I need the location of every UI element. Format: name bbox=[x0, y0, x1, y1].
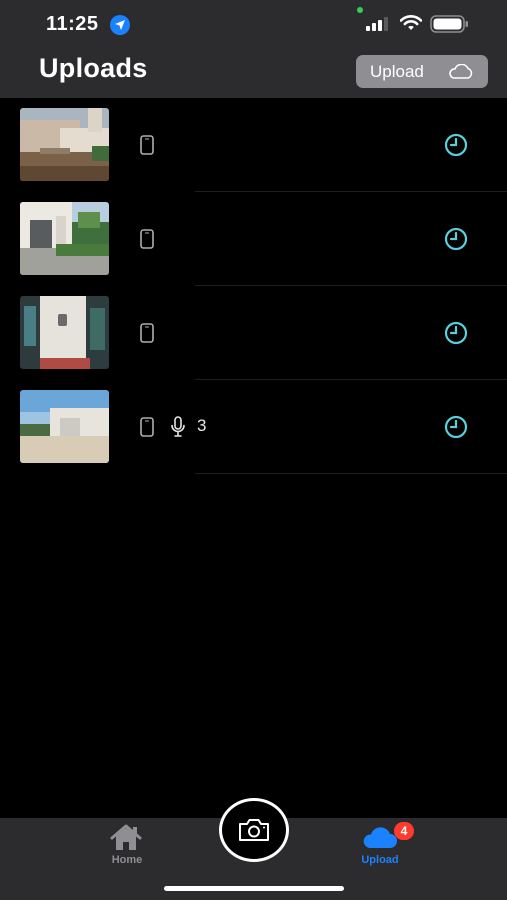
tab-upload[interactable]: 4 Upload bbox=[330, 818, 430, 878]
phone-icon bbox=[140, 323, 154, 343]
cloud-icon bbox=[363, 827, 397, 848]
upload-thumbnail bbox=[20, 296, 109, 369]
camera-button[interactable] bbox=[219, 798, 289, 862]
audio-count: 3 bbox=[197, 416, 207, 435]
battery-icon bbox=[430, 15, 468, 33]
header-bar: 11:25 Uploads Upload bbox=[0, 0, 507, 98]
privacy-indicator-dot bbox=[357, 7, 363, 13]
wifi-icon bbox=[400, 15, 422, 30]
upload-row[interactable]: 3 bbox=[0, 380, 507, 474]
upload-thumbnail bbox=[20, 390, 109, 463]
uploads-list: 3 bbox=[0, 98, 507, 474]
upload-count-badge: 4 bbox=[394, 822, 414, 840]
upload-thumbnail bbox=[20, 108, 109, 181]
cloud-icon bbox=[449, 64, 473, 79]
phone-icon bbox=[140, 135, 154, 155]
upload-row[interactable] bbox=[0, 192, 507, 286]
clock-icon bbox=[444, 133, 468, 157]
page-title: Uploads bbox=[39, 53, 148, 83]
clock-icon bbox=[444, 415, 468, 439]
status-time: 11:25 bbox=[46, 13, 99, 35]
home-indicator bbox=[164, 886, 344, 891]
home-icon bbox=[110, 824, 142, 850]
row-divider bbox=[195, 473, 507, 474]
microphone-icon bbox=[171, 416, 185, 437]
upload-row[interactable] bbox=[0, 286, 507, 380]
phone-icon bbox=[140, 417, 154, 437]
location-arrow-icon bbox=[110, 15, 130, 35]
upload-button-label: Upload bbox=[370, 61, 424, 81]
upload-thumbnail bbox=[20, 202, 109, 275]
upload-row[interactable] bbox=[0, 98, 507, 192]
upload-button[interactable]: Upload bbox=[356, 55, 488, 88]
signal-icon bbox=[366, 17, 388, 31]
clock-icon bbox=[444, 321, 468, 345]
clock-icon bbox=[444, 227, 468, 251]
tab-home[interactable]: Home bbox=[77, 818, 177, 878]
tab-home-label: Home bbox=[111, 854, 143, 866]
phone-icon bbox=[140, 229, 154, 249]
tab-upload-label: Upload bbox=[361, 854, 399, 866]
camera-icon bbox=[239, 819, 269, 841]
uploads-screen: 11:25 Uploads Upload 3 Home 4 Upload bbox=[0, 0, 507, 900]
